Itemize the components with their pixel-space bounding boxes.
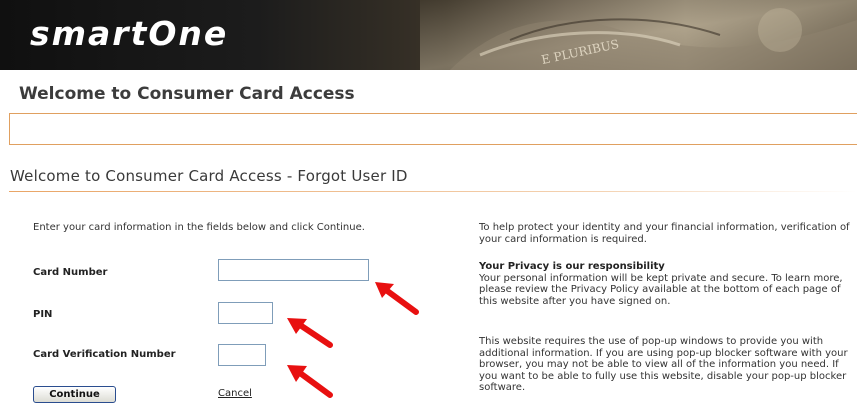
card-number-label: Card Number bbox=[33, 267, 108, 278]
notice-box bbox=[9, 113, 857, 145]
smartone-logo: smartOne bbox=[30, 14, 229, 53]
header-banner: smartOne E PLURIBUS bbox=[0, 0, 857, 70]
popup-info-text: This website requires the use of pop-up … bbox=[479, 336, 848, 393]
privacy-info: Your Privacy is our responsibility Your … bbox=[479, 261, 857, 307]
privacy-text: Your personal information will be kept p… bbox=[479, 272, 843, 307]
arrow-icon bbox=[287, 365, 333, 398]
section-title: Welcome to Consumer Card Access - Forgot… bbox=[10, 167, 408, 185]
cvn-input[interactable] bbox=[218, 344, 266, 366]
currency-banner-image: E PLURIBUS bbox=[420, 0, 857, 70]
arrow-icon bbox=[287, 318, 333, 348]
section-divider bbox=[9, 191, 857, 192]
arrow-icon bbox=[375, 282, 419, 315]
pin-label: PIN bbox=[33, 309, 53, 320]
page-title: Welcome to Consumer Card Access bbox=[19, 84, 355, 104]
cancel-link[interactable]: Cancel bbox=[218, 388, 252, 399]
cvn-label: Card Verification Number bbox=[33, 349, 176, 360]
continue-button[interactable]: Continue bbox=[33, 386, 116, 403]
form-instructions: Enter your card information in the field… bbox=[33, 222, 365, 233]
pin-input[interactable] bbox=[218, 302, 273, 324]
identity-info-text: To help protect your identity and your f… bbox=[479, 222, 850, 245]
privacy-heading: Your Privacy is our responsibility bbox=[479, 261, 665, 272]
card-number-input[interactable] bbox=[218, 259, 369, 281]
